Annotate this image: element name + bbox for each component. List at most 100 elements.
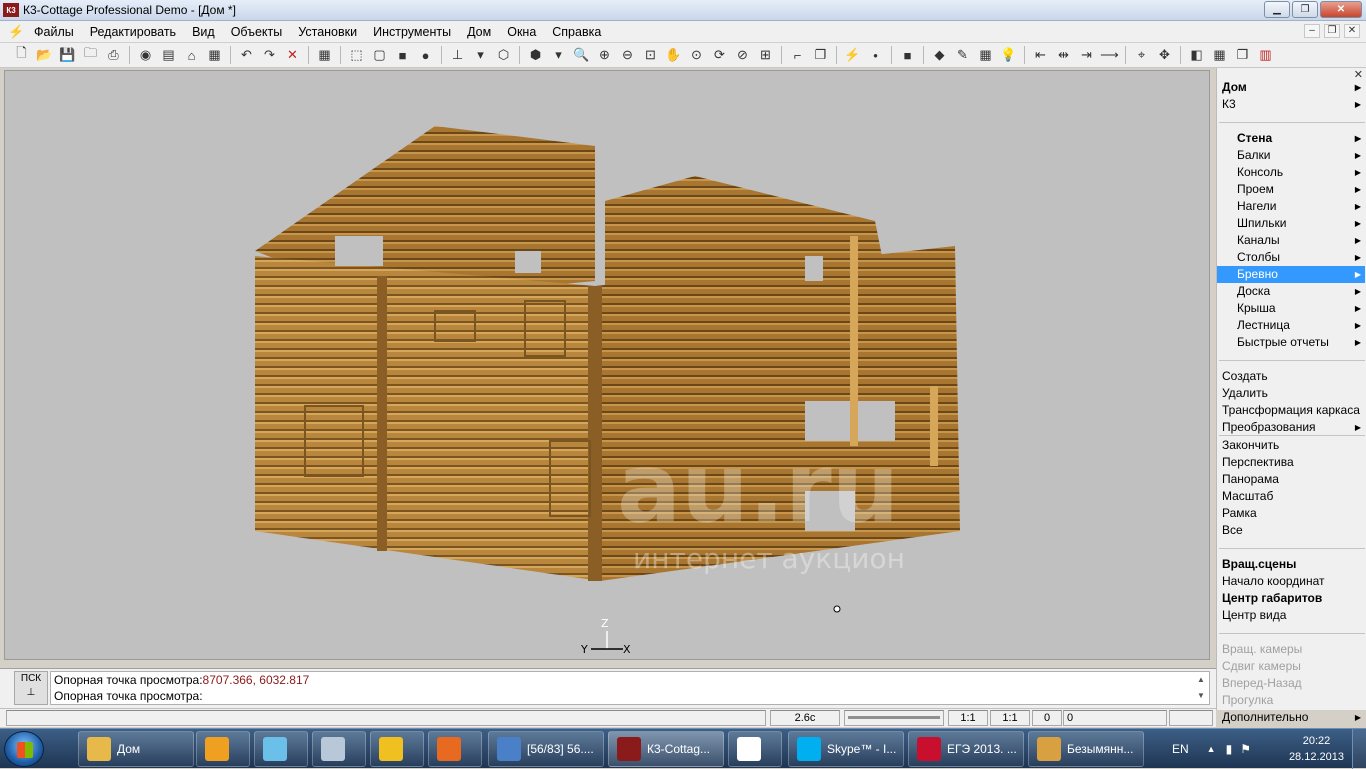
dim-4-icon[interactable]: ⟶ <box>1100 46 1120 64</box>
zoom-out-icon[interactable]: ⊖ <box>618 46 638 64</box>
delete-icon[interactable]: ✕ <box>283 46 303 64</box>
menu-house[interactable]: Дом <box>459 25 499 39</box>
panel-item-22[interactable]: Масштаб <box>1217 488 1365 505</box>
panel-item-0[interactable]: Дом ▶ <box>1217 79 1365 96</box>
color-icon[interactable]: ■ <box>898 46 918 64</box>
panel-item-4[interactable]: Консоль ▶ <box>1217 164 1365 181</box>
menu-tools[interactable]: Инструменты <box>365 25 459 39</box>
dim-1-icon[interactable]: ⇤ <box>1031 46 1051 64</box>
panel-item-5[interactable]: Проем ▶ <box>1217 181 1365 198</box>
doc-menu-icon[interactable]: ⚡ <box>8 24 24 40</box>
panel-dup-icon[interactable]: ❐ <box>1233 46 1253 64</box>
panel-item-17[interactable]: Трансформация каркаса <box>1217 402 1365 419</box>
menu-objects[interactable]: Объекты <box>223 25 291 39</box>
taskbar-button-7[interactable]: К3-Cottag... <box>608 731 724 767</box>
panel-item-13[interactable]: Лестница ▶ <box>1217 317 1365 334</box>
show-desktop-button[interactable] <box>1352 729 1366 769</box>
panel-item-14[interactable]: Быстрые отчеты ▶ <box>1217 334 1365 351</box>
taskbar-button-1[interactable] <box>196 731 250 767</box>
panel-item-23[interactable]: Рамка <box>1217 505 1365 522</box>
panel-left-icon[interactable]: ◧ <box>1187 46 1207 64</box>
view-dropdown-icon[interactable]: ▾ <box>549 46 569 64</box>
taskbar-button-8[interactable] <box>728 731 782 767</box>
menu-view[interactable]: Вид <box>184 25 223 39</box>
target-icon[interactable]: ⌖ <box>1132 46 1152 64</box>
zoom-in-icon[interactable]: ⊕ <box>595 46 615 64</box>
open-file-icon[interactable]: 📂 <box>35 46 55 64</box>
menu-help[interactable]: Справка <box>544 25 609 39</box>
panel-item-1[interactable]: К3 ▶ <box>1217 96 1365 113</box>
menu-windows[interactable]: Окна <box>499 25 544 39</box>
flag-icon[interactable]: ⚑ <box>1240 742 1251 756</box>
minimize-button[interactable]: ▁ <box>1264 1 1290 18</box>
zoom-window-icon[interactable]: ⊡ <box>641 46 661 64</box>
axes-icon[interactable]: ⊥ <box>448 46 468 64</box>
panel-item-33[interactable]: Дополнительно ▶ <box>1217 709 1365 726</box>
box-view-icon[interactable]: ⬡ <box>494 46 514 64</box>
shaded-icon[interactable]: ■ <box>393 46 413 64</box>
panel-item-25[interactable]: Вращ.сцены <box>1217 556 1365 573</box>
menu-edit[interactable]: Редактировать <box>82 25 184 39</box>
panel-item-16[interactable]: Удалить <box>1217 385 1365 402</box>
point-icon[interactable]: • <box>866 46 886 64</box>
save-icon[interactable]: 💾 <box>58 46 78 64</box>
panel-item-2[interactable]: Стена ▶ <box>1217 130 1365 147</box>
doc-minimize-button[interactable]: – <box>1304 24 1320 38</box>
move-icon[interactable]: ✥ <box>1155 46 1175 64</box>
panel-item-18[interactable]: Преобразования ▶ <box>1217 419 1365 436</box>
taskbar-button-2[interactable] <box>254 731 308 767</box>
panel-item-26[interactable]: Начало координат <box>1217 573 1365 590</box>
tray-arrow-icon[interactable]: ▲ <box>1207 744 1216 754</box>
eyedropper-icon[interactable]: ✎ <box>953 46 973 64</box>
doc-restore-button[interactable]: ❐ <box>1324 24 1340 38</box>
taskbar-button-11[interactable]: Безымянн... <box>1028 731 1144 767</box>
close-button[interactable]: ✕ <box>1320 1 1362 18</box>
dropdown-icon[interactable]: ▾ <box>471 46 491 64</box>
measure-icon[interactable]: ⚡ <box>843 46 863 64</box>
folder-icon[interactable]: 🗀 <box>81 45 101 64</box>
layer-icon[interactable]: ▤ <box>159 46 179 64</box>
panel-item-9[interactable]: Столбы ▶ <box>1217 249 1365 266</box>
panel-grid-icon[interactable]: ▦ <box>1210 46 1230 64</box>
panel-item-8[interactable]: Каналы ▶ <box>1217 232 1365 249</box>
panel-item-28[interactable]: Центр вида <box>1217 607 1365 624</box>
taskbar-button-10[interactable]: ЕГЭ 2013. ... <box>908 731 1024 767</box>
material-icon[interactable]: ◆ <box>930 46 950 64</box>
dim-3-icon[interactable]: ⇥ <box>1077 46 1097 64</box>
hidden-lines-icon[interactable]: ▢ <box>370 46 390 64</box>
panel-item-3[interactable]: Балки ▶ <box>1217 147 1365 164</box>
panel-item-11[interactable]: Доска ▶ <box>1217 283 1365 300</box>
menu-files[interactable]: Файлы <box>26 25 82 39</box>
k3-logo-icon[interactable]: К3 <box>3 3 19 17</box>
redo-icon[interactable]: ↷ <box>260 46 280 64</box>
zoom-icon[interactable]: 🔍 <box>572 46 592 64</box>
panel-item-21[interactable]: Панорама <box>1217 471 1365 488</box>
panel-item-12[interactable]: Крыша ▶ <box>1217 300 1365 317</box>
start-button[interactable] <box>4 731 44 767</box>
taskbar-button-5[interactable] <box>428 731 482 767</box>
taskbar-button-3[interactable] <box>312 731 366 767</box>
panel-item-7[interactable]: Шпильки ▶ <box>1217 215 1365 232</box>
3d-viewport[interactable]: au.ru интернет аукцион Z Y X <box>4 70 1210 660</box>
panel-delete-icon[interactable]: ▥ <box>1256 46 1276 64</box>
maximize-button[interactable]: ❐ <box>1292 1 1318 18</box>
dim-2-icon[interactable]: ⇹ <box>1054 46 1074 64</box>
taskbar-button-0[interactable]: Дом <box>78 731 194 767</box>
panel-item-10[interactable]: Бревно ▶ <box>1217 266 1365 283</box>
texture-icon[interactable]: ▦ <box>976 46 996 64</box>
house-icon[interactable]: ⌂ <box>182 46 202 64</box>
panel-item-20[interactable]: Перспектива <box>1217 454 1365 471</box>
panel-item-19[interactable]: Закончить <box>1217 437 1365 454</box>
taskbar-button-6[interactable]: [56/83] 56.... <box>488 731 604 767</box>
zoom-extents-icon[interactable]: ⊞ <box>756 46 776 64</box>
network-icon[interactable]: ▮ <box>1226 742 1233 756</box>
view-cube-icon[interactable]: ⬢ <box>526 46 546 64</box>
wireframe-icon[interactable]: ⬚ <box>347 46 367 64</box>
taskbar-button-9[interactable]: Skype™ - I... <box>788 731 904 767</box>
render-icon[interactable]: ● <box>416 46 436 64</box>
zoom-prev-icon[interactable]: ⊘ <box>733 46 753 64</box>
panel-item-27[interactable]: Центр габаритов <box>1217 590 1365 607</box>
panel-item-6[interactable]: Нагели ▶ <box>1217 198 1365 215</box>
clock[interactable]: 20:22 28.12.2013 <box>1289 733 1344 765</box>
panel-item-24[interactable]: Все <box>1217 522 1365 539</box>
